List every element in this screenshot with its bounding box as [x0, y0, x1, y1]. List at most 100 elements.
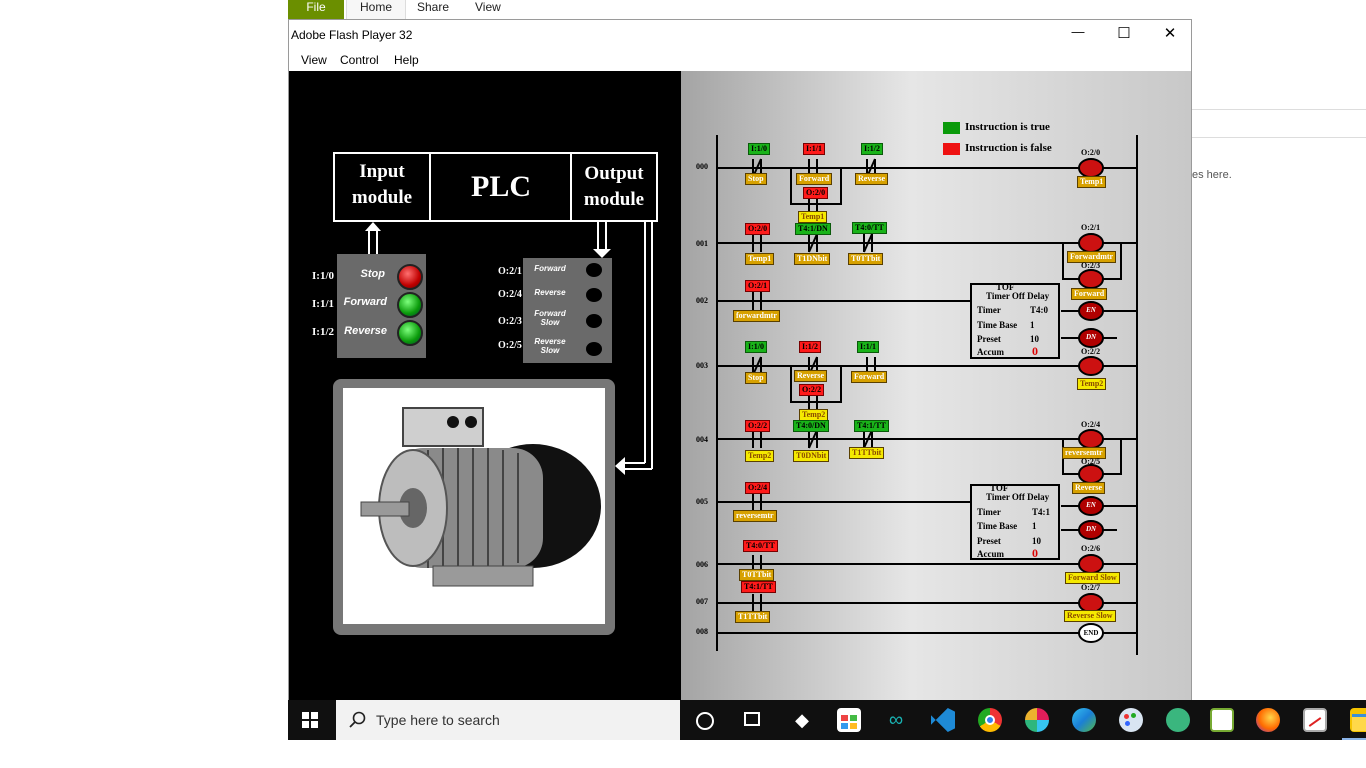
cortana-icon[interactable] — [696, 712, 714, 730]
rung-001: 001 — [696, 239, 708, 248]
view-tab[interactable]: View — [462, 0, 514, 19]
tof-accum-key: Accum — [977, 347, 1004, 357]
dropbox-icon[interactable]: ◆ — [790, 708, 814, 732]
taskbar-search-box[interactable]: Type here to search — [336, 700, 680, 740]
r003-coil-name: Temp2 — [1077, 378, 1107, 390]
r000-forward-addr: I:1/1 — [803, 143, 825, 155]
r004-coil2-name: Reverse — [1072, 482, 1106, 494]
plc-diagram-panel: Input module PLC Output module I:1/0 I:1… — [289, 71, 681, 701]
notepad-icon[interactable] — [1210, 708, 1234, 732]
rung-006: 006 — [696, 560, 708, 569]
task-view-icon[interactable] — [744, 712, 760, 726]
r001-c2-addr: T4:1/DN — [795, 223, 831, 235]
r005-c1-addr: O:2/4 — [745, 482, 771, 494]
tof2-accum-value: 0 — [1032, 546, 1038, 560]
home-tab[interactable]: Home — [346, 0, 407, 19]
stop-button[interactable] — [397, 264, 423, 290]
chrome-icon[interactable] — [978, 708, 1002, 732]
end-coil-label: END — [1083, 629, 1099, 637]
legend-true-swatch — [943, 122, 960, 134]
menu-help[interactable]: Help — [394, 53, 419, 67]
windows-start-icon[interactable] — [302, 712, 319, 729]
maximize-button[interactable]: ☐ — [1113, 24, 1135, 42]
r000-reverse-addr: I:1/2 — [861, 143, 883, 155]
tof-block-t40: TOF Timer Off Delay Timer T4:0 Time Base… — [970, 282, 1060, 359]
minimize-button[interactable]: — — [1067, 24, 1089, 39]
r001-coil1-addr: O:2/1 — [1081, 223, 1101, 232]
atom-icon[interactable] — [1166, 708, 1190, 732]
tof2-title: Timer Off Delay — [986, 492, 1050, 502]
r007-coil-addr: O:2/7 — [1081, 583, 1101, 592]
screenshot-icon[interactable] — [1303, 708, 1327, 732]
slack-icon[interactable] — [1025, 708, 1049, 732]
r004-c1-addr: O:2/2 — [745, 420, 771, 432]
r004-coil1-addr: O:2/4 — [1081, 420, 1101, 429]
r004-c2-addr: T4:0/DN — [793, 420, 829, 432]
tof2-preset-value: 10 — [1032, 536, 1041, 546]
r003-c3-addr: I:1/1 — [857, 341, 879, 353]
taskbar: Type here to search ◆ ∞ — [288, 700, 1366, 740]
edge-icon[interactable] — [1072, 708, 1096, 732]
output-addr-1: O:2/4 — [498, 289, 522, 300]
forward-button[interactable] — [397, 292, 423, 318]
firefox-icon[interactable] — [1256, 708, 1280, 732]
tof2-timer-key: Timer — [977, 507, 1001, 517]
paint-icon[interactable] — [1119, 708, 1143, 732]
input-addr-0: I:1/0 — [312, 270, 334, 282]
arduino-icon[interactable]: ∞ — [884, 708, 908, 732]
menu-view[interactable]: View — [301, 53, 327, 67]
tof-timer-value: T4:0 — [1030, 305, 1048, 315]
active-indicator — [1342, 738, 1366, 740]
file-tab[interactable]: File — [288, 0, 344, 19]
r005-dn: DN — [1085, 525, 1097, 533]
input-addr-1: I:1/1 — [312, 298, 334, 310]
vscode-icon[interactable] — [931, 708, 955, 732]
rung-002: 002 — [696, 296, 708, 305]
store-icon[interactable] — [837, 708, 861, 732]
motor-frame — [333, 379, 615, 635]
out-reverse-slow-label: Reverse Slow — [534, 337, 566, 355]
share-tab[interactable]: Share — [404, 0, 462, 19]
legend-false-label: Instruction is false — [965, 142, 1052, 154]
explorer-partial-text: es here. — [1192, 169, 1232, 181]
r001-c3-addr: T4:0/TT — [852, 222, 887, 234]
r000-reverse-name: Reverse — [855, 173, 889, 185]
r003-seal-addr: O:2/2 — [799, 384, 825, 396]
r001-c1-name: Temp1 — [745, 253, 775, 265]
r001-coil2-name: Forward — [1071, 288, 1108, 300]
explorer-icon[interactable] — [1350, 708, 1366, 732]
title-bar: Adobe Flash Player 32 — ☐ ✕ — [289, 20, 1191, 50]
input-addr-2: I:1/2 — [312, 326, 334, 338]
r004-coil2-addr: O:2/5 — [1081, 457, 1101, 466]
r001-c1-addr: O:2/0 — [745, 223, 771, 235]
lamp-reverse-slow — [586, 342, 602, 356]
r004-c2-name: T0DNbit — [793, 450, 830, 462]
rung-008: 008 — [696, 627, 708, 636]
r006-c1-name: T0TTbit — [739, 569, 775, 581]
legend-false-swatch — [943, 143, 960, 155]
rung-005: 005 — [696, 497, 708, 506]
r004-c3-addr: T4:1/TT — [854, 420, 889, 432]
r003-c2-addr: I:1/2 — [799, 341, 821, 353]
flash-stage: Input module PLC Output module I:1/0 I:1… — [289, 71, 1191, 701]
tof-timer-key: Timer — [977, 305, 1001, 315]
tof-preset-key: Preset — [977, 334, 1001, 344]
r006-c1-addr: T4:0/TT — [743, 540, 778, 552]
menu-bar: View Control Help — [289, 50, 1191, 71]
menu-control[interactable]: Control — [340, 53, 379, 67]
tof-preset-value: 10 — [1030, 334, 1039, 344]
rung-007: 007 — [696, 597, 708, 606]
search-icon — [349, 711, 366, 728]
output-addr-0: O:2/1 — [498, 266, 522, 277]
r001-c3-name: T0TTbit — [848, 253, 884, 265]
r005-c1-name: reversemtr — [733, 510, 777, 522]
r001-c2-name: T1DNbit — [794, 253, 831, 265]
reverse-button[interactable] — [397, 320, 423, 346]
electric-motor-icon — [360, 407, 601, 587]
tof2-timer-value: T4:1 — [1032, 507, 1050, 517]
r002-c1-name: forwardmtr — [733, 310, 780, 322]
stop-label: Stop — [360, 268, 385, 280]
r007-c1-name: T1TTbit — [735, 611, 771, 623]
output-addr-2: O:2/3 — [498, 316, 522, 327]
close-button[interactable]: ✕ — [1159, 24, 1181, 42]
